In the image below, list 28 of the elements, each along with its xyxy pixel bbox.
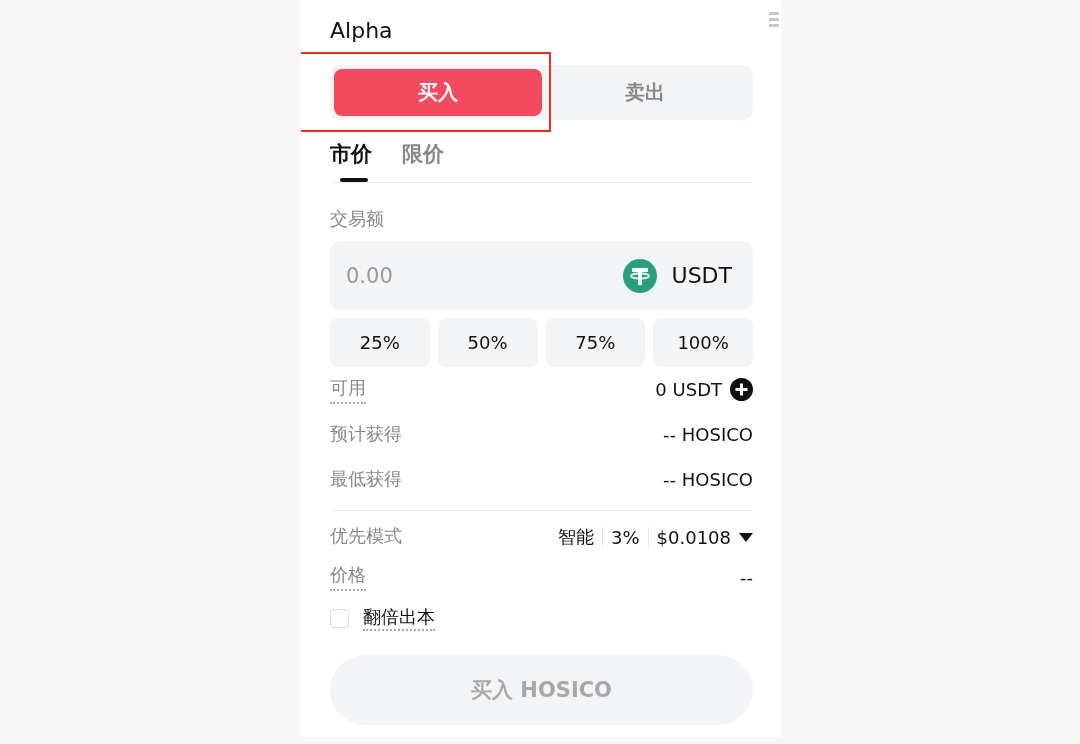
percent-button[interactable]: 75% <box>545 318 646 367</box>
panel-title: Alpha <box>330 18 394 45</box>
row-value: 0 USDT <box>655 379 722 400</box>
order-type-tab[interactable]: 市价 <box>330 140 372 182</box>
currency-label: USDT <box>671 263 732 288</box>
plus-icon[interactable] <box>730 378 753 401</box>
checkbox[interactable] <box>330 608 349 628</box>
row-value: -- HOSICO <box>663 424 753 445</box>
caret-icon[interactable] <box>739 532 753 542</box>
percent-button[interactable]: 100% <box>653 318 753 367</box>
row-label: 预计获得 <box>330 421 402 446</box>
order-type-tab[interactable]: 限价 <box>402 140 444 182</box>
tether-icon <box>622 258 657 293</box>
priority-value: 3% <box>611 526 640 548</box>
checkbox-label: 翻倍出本 <box>363 605 435 631</box>
side-tab[interactable]: 买入 <box>334 69 542 116</box>
row-label: 优先模式 <box>330 524 402 548</box>
priority-value: $0.0108 <box>656 526 731 548</box>
percent-button[interactable]: 25% <box>330 318 430 367</box>
row-label: 可用 <box>330 375 366 404</box>
amount-label: 交易额 <box>330 207 385 231</box>
amount-input[interactable]: 0.00 <box>344 262 623 289</box>
priority-value: 智能 <box>558 525 594 549</box>
row-value: -- HOSICO <box>663 469 753 490</box>
row-label: 价格 <box>330 563 366 591</box>
row-value: -- <box>740 566 753 588</box>
row-label: 最低获得 <box>330 466 402 491</box>
percent-button[interactable]: 50% <box>437 318 538 367</box>
